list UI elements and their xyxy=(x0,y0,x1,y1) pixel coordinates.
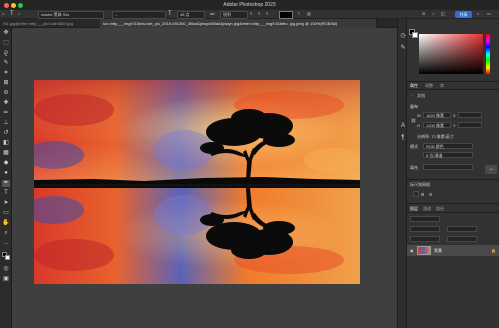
path-select-tool-icon[interactable]: ➤ xyxy=(2,200,10,207)
history-brush-tool-icon[interactable]: ↺ xyxy=(2,130,10,137)
width-label: W xyxy=(417,113,421,118)
pen-tool-icon[interactable]: ✒ xyxy=(2,180,10,187)
mode-label: 模式 xyxy=(410,144,418,149)
canvas-section-title: 画布 xyxy=(410,104,418,109)
font-size-icon: T xyxy=(168,11,172,17)
warp-text-icon[interactable]: ⌇ xyxy=(298,11,300,17)
fill-label: 填充 xyxy=(410,165,418,170)
lock-options[interactable] xyxy=(410,236,440,242)
quick-mask-icon[interactable]: ◎ xyxy=(2,266,10,273)
hue-slider[interactable] xyxy=(486,34,490,74)
width-field[interactable]: 1620 像素 xyxy=(423,112,451,118)
app-title: Adobe Photoshop 2023 xyxy=(223,2,276,8)
paragraph-icon[interactable]: ¶ xyxy=(399,135,407,142)
tab-document-2[interactable]: src=http___img9.51tietu.net_pic_2019-091… xyxy=(100,19,377,28)
next-arrow-button[interactable]: → xyxy=(485,165,497,174)
anti-alias-label: aa xyxy=(210,11,215,16)
share-button[interactable]: 共享 xyxy=(455,11,472,18)
x-field[interactable] xyxy=(458,112,482,118)
text-orientation-icon[interactable]: ↕ xyxy=(18,11,20,17)
type-tool-icon[interactable]: T xyxy=(10,11,14,17)
hand-tool-icon[interactable]: ✋ xyxy=(2,220,10,227)
blend-mode-select[interactable] xyxy=(410,226,440,232)
blur-tool-icon[interactable]: ◆ xyxy=(2,160,10,167)
layer-row[interactable]: ◉ 背景 🔒 xyxy=(407,245,499,256)
resolution-text: 分辨率: 72 像素/英寸 xyxy=(417,134,454,139)
align-left-icon[interactable]: ≡ xyxy=(250,11,252,17)
panel-dock-strip: ◷ ✎ A ¶ xyxy=(397,19,407,328)
search-icon[interactable]: ⌕ xyxy=(477,11,479,17)
link-dimensions-icon[interactable]: ⛓ xyxy=(411,118,416,123)
right-panels: 属性 调整 库 ▫ 文档 画布 W 1620 像素 X H 1200 像素 Y … xyxy=(407,19,499,328)
eyedropper-tool-icon[interactable]: ⊘ xyxy=(2,90,10,97)
options-bar: ⌂ T ↕ Adobe 黑体 Std -- T 48 点 aa 锐利 ≡ ≡ ≡… xyxy=(0,10,499,19)
guide-icon[interactable]: ⊟ xyxy=(429,192,432,197)
height-field[interactable]: 1200 像素 xyxy=(423,122,451,128)
opacity-field[interactable] xyxy=(447,226,477,232)
stamp-tool-icon[interactable]: ⊥ xyxy=(2,120,10,127)
tab-document-1[interactable]: r51.jpg@refer=http___pic3.win4000.jpg xyxy=(0,19,107,28)
y-field[interactable] xyxy=(458,122,482,128)
y-label: Y xyxy=(453,123,456,128)
history-panel-icon[interactable]: ◷ xyxy=(399,33,407,40)
frame-tool-icon[interactable]: ⊠ xyxy=(2,80,10,87)
fill-opacity-field[interactable] xyxy=(447,236,477,242)
character-icon[interactable]: A xyxy=(399,123,407,130)
anti-alias-select[interactable]: 锐利 xyxy=(220,11,248,19)
more-tools-icon[interactable]: … xyxy=(2,240,10,247)
title-bar: Adobe Photoshop 2023 xyxy=(0,0,499,10)
dodge-tool-icon[interactable]: ● xyxy=(2,170,10,177)
document-image[interactable] xyxy=(34,80,360,284)
bit-depth-select[interactable]: 8 位/通道 xyxy=(423,152,473,158)
workspace-icon[interactable]: ▭ xyxy=(487,11,491,17)
commit-icon[interactable]: ✓ xyxy=(432,11,435,17)
font-style-select[interactable]: -- xyxy=(112,11,166,19)
brush-tool-icon[interactable]: ✏ xyxy=(2,110,10,117)
grid-icon[interactable]: ⊞ xyxy=(421,192,424,197)
cancel-icon[interactable]: ⊘ xyxy=(422,11,425,17)
gradient-tool-icon[interactable]: ▦ xyxy=(2,150,10,157)
document-tabs: r51.jpg@refer=http___pic3.win4000.jpg sr… xyxy=(0,19,397,28)
ruler-unit-select[interactable] xyxy=(413,191,419,197)
sunset-tree-reflection-photo xyxy=(34,80,360,284)
mode-select[interactable]: RGB 颜色 xyxy=(423,143,473,149)
fill-select[interactable] xyxy=(423,164,473,170)
home-icon[interactable]: ⌂ xyxy=(2,11,4,17)
rulers-grid-title: 标尺和网格 xyxy=(410,182,430,187)
screen-mode-icon[interactable]: ▣ xyxy=(2,276,10,283)
shape-tool-icon[interactable]: ▭ xyxy=(2,210,10,217)
font-family-select[interactable]: Adobe 黑体 Std xyxy=(38,11,104,19)
background-color-swatch[interactable] xyxy=(5,255,10,260)
layer-name: 背景 xyxy=(434,248,442,253)
document-icon: ▫ xyxy=(411,93,413,98)
character-panel-icon[interactable]: ▤ xyxy=(307,11,311,17)
move-tool-icon[interactable]: ✥ xyxy=(2,30,10,37)
lock-icon: 🔒 xyxy=(491,248,496,253)
tools-panel: ✥ ⬚ ϱ ✎ ⌗ ⊠ ⊘ ✚ ✏ ⊥ ↺ ◧ ▦ ◆ ● ✒ T ➤ ▭ ✋ … xyxy=(0,28,12,328)
layer-filter-select[interactable] xyxy=(410,216,440,222)
height-label: H xyxy=(417,123,420,128)
align-center-icon[interactable]: ≡ xyxy=(258,11,260,17)
panel-background-swatch[interactable] xyxy=(412,32,418,38)
healing-tool-icon[interactable]: ✚ xyxy=(2,100,10,107)
canvas-area[interactable] xyxy=(12,28,397,328)
marquee-tool-icon[interactable]: ⬚ xyxy=(2,40,10,47)
eraser-tool-icon[interactable]: ◧ xyxy=(2,140,10,147)
type-tool-icon[interactable]: T xyxy=(2,190,10,197)
align-right-icon[interactable]: ≡ xyxy=(266,11,268,17)
color-field[interactable] xyxy=(419,34,483,74)
document-section-title: 文档 xyxy=(417,93,425,98)
zoom-tool-icon[interactable]: ⌕ xyxy=(2,230,10,237)
visibility-eye-icon[interactable]: ◉ xyxy=(410,248,414,253)
3d-icon[interactable]: ◫ xyxy=(441,11,445,17)
font-size-select[interactable]: 48 点 xyxy=(177,11,205,19)
layer-thumbnail xyxy=(417,246,431,255)
quick-select-tool-icon[interactable]: ✎ xyxy=(2,60,10,67)
lasso-tool-icon[interactable]: ϱ xyxy=(2,50,10,57)
crop-tool-icon[interactable]: ⌗ xyxy=(2,70,10,77)
text-color-swatch[interactable] xyxy=(279,11,293,19)
x-label: X xyxy=(453,113,456,118)
brush-settings-icon[interactable]: ✎ xyxy=(399,45,407,52)
